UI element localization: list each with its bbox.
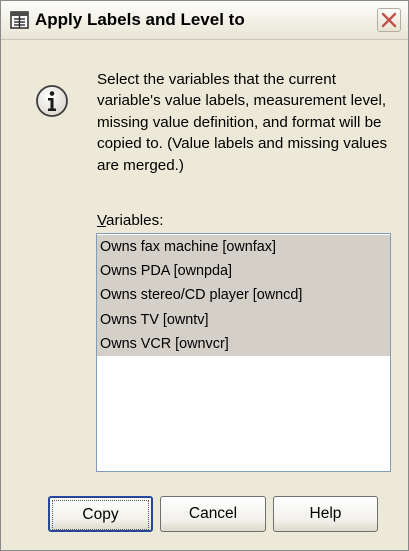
- list-item[interactable]: Owns PDA [ownpda]: [97, 259, 390, 284]
- variables-label-mnemonic: V: [97, 212, 107, 229]
- list-item[interactable]: Owns TV [owntv]: [97, 307, 390, 332]
- dialog-app-icon: [10, 10, 30, 30]
- info-icon: [35, 84, 69, 118]
- variables-listbox[interactable]: Owns fax machine [ownfax] Owns PDA [ownp…: [96, 233, 391, 472]
- list-item[interactable]: Owns stereo/CD player [owncd]: [97, 283, 390, 308]
- variables-label: Variables:: [97, 212, 163, 229]
- variables-label-rest: ariables:: [106, 212, 164, 229]
- dialog-title: Apply Labels and Level to: [35, 10, 245, 29]
- copy-button-label: Copy: [52, 500, 149, 530]
- close-icon: [381, 12, 397, 28]
- instruction-text: Select the variables that the current va…: [97, 71, 388, 174]
- help-button[interactable]: Help: [273, 496, 378, 532]
- dialog-window: Apply Labels and Level to Select the var…: [0, 0, 409, 551]
- close-button[interactable]: [377, 8, 401, 32]
- cancel-button[interactable]: Cancel: [160, 496, 266, 532]
- title-bar[interactable]: Apply Labels and Level to: [1, 1, 408, 40]
- list-item[interactable]: Owns VCR [ownvcr]: [97, 331, 390, 356]
- copy-button[interactable]: Copy: [48, 496, 153, 532]
- list-item[interactable]: Owns fax machine [ownfax]: [97, 235, 390, 260]
